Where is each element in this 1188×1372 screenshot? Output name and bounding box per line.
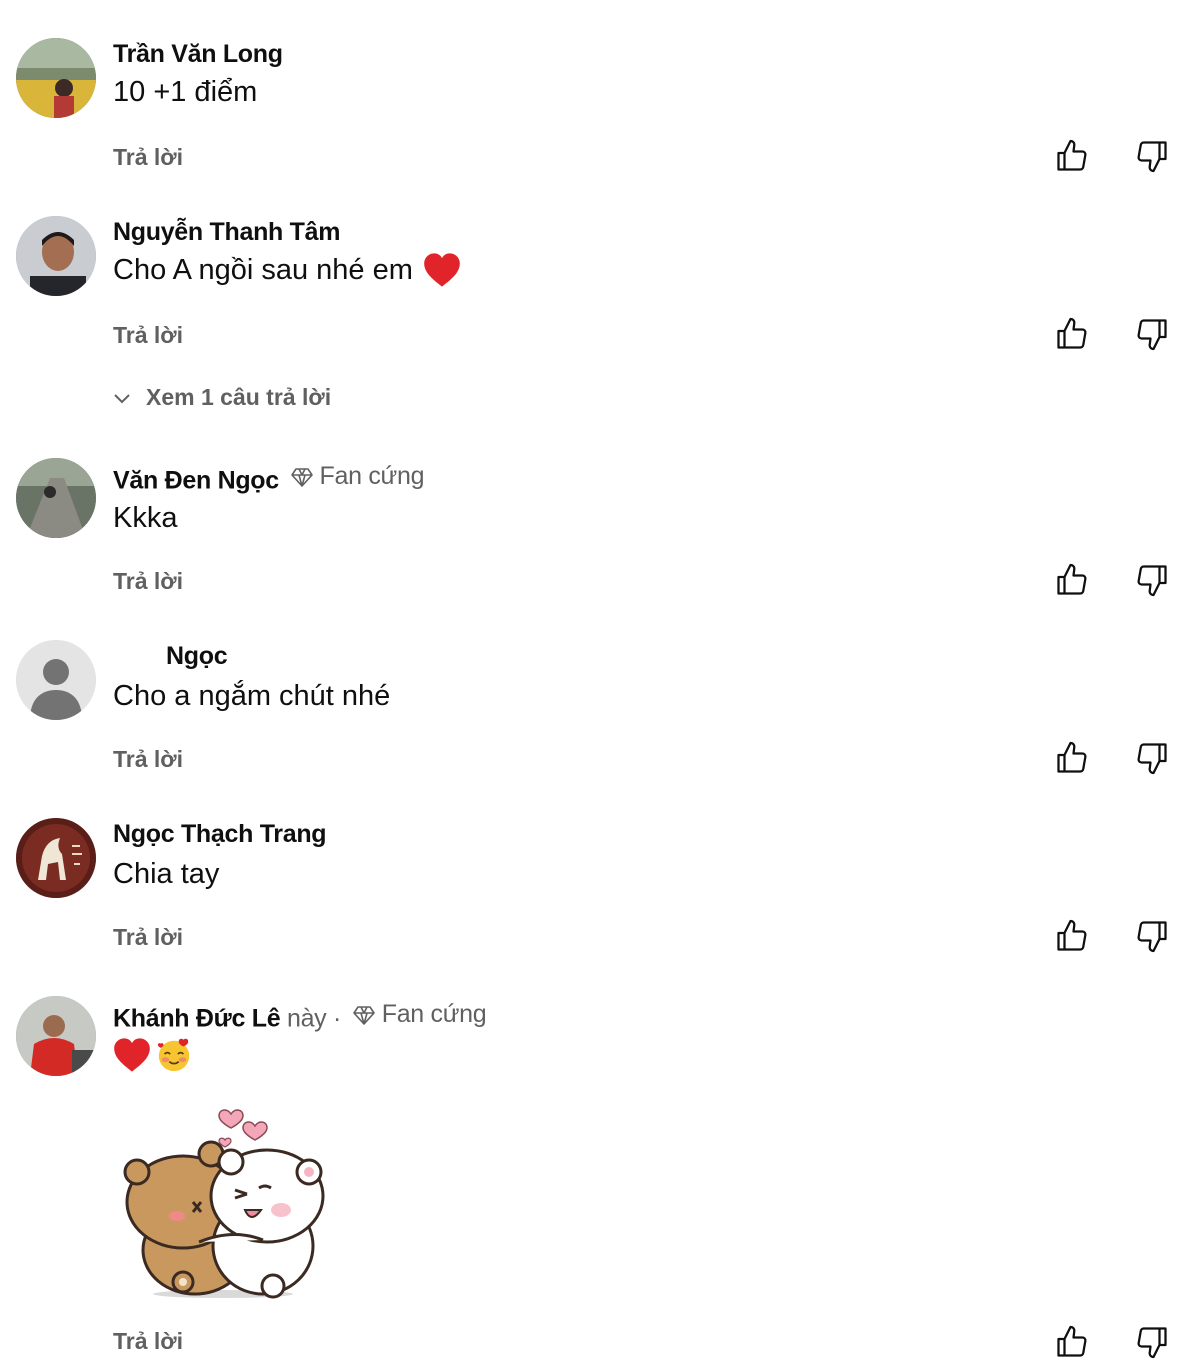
fan-badge-label: Fan cứng	[381, 1000, 487, 1028]
avatar[interactable]	[16, 640, 96, 720]
comment-author: Khánh Đức Lê này · Fan cứng	[113, 1000, 487, 1034]
thumbs-up-icon	[1057, 1325, 1087, 1357]
author-name[interactable]: Văn Đen Ngọc	[113, 467, 279, 495]
dislike-button[interactable]	[1134, 740, 1170, 776]
comment-text: Cho A ngồi sau nhé em	[113, 252, 461, 288]
thumbs-up-icon	[1057, 741, 1087, 773]
bear-hug-sticker	[123, 1109, 325, 1299]
view-replies-button[interactable]: Xem 1 câu trả lời	[110, 384, 331, 411]
chevron-down-icon	[114, 393, 130, 403]
diamond-icon	[352, 1005, 375, 1025]
reply-button[interactable]: Trả lời	[113, 924, 183, 951]
comment-text: Cho a ngắm chút nhé	[113, 680, 391, 712]
like-button[interactable]	[1054, 316, 1090, 352]
dislike-button[interactable]	[1134, 138, 1170, 174]
smiling-face-with-hearts-emoji	[157, 1038, 190, 1072]
avatar[interactable]	[16, 216, 96, 296]
thumbs-down-icon	[1137, 319, 1167, 351]
comment-meta: này ·	[286, 1004, 342, 1033]
thumbs-up-icon	[1057, 563, 1087, 595]
comment-author[interactable]: Ngọc Thạch Trang	[113, 820, 327, 849]
reply-button[interactable]: Trả lời	[113, 322, 183, 349]
dislike-button[interactable]	[1134, 1324, 1170, 1360]
like-button[interactable]	[1054, 1324, 1090, 1360]
like-button[interactable]	[1054, 918, 1090, 954]
like-button[interactable]	[1054, 138, 1090, 174]
like-button[interactable]	[1054, 562, 1090, 598]
thumbs-down-icon	[1137, 921, 1167, 953]
reply-button[interactable]: Trả lời	[113, 1328, 183, 1355]
thumbs-up-icon	[1057, 139, 1087, 171]
comment-author: Văn Đen Ngọc Fan cứng	[113, 462, 425, 496]
avatar[interactable]	[16, 996, 96, 1076]
reply-button[interactable]: Trả lời	[113, 144, 183, 171]
comment-author[interactable]: Nguyễn Thanh Tâm	[113, 218, 340, 247]
avatar[interactable]	[16, 38, 96, 118]
reply-button[interactable]: Trả lời	[113, 746, 183, 773]
default-avatar-icon	[16, 640, 96, 720]
comment-author[interactable]: Ngọc	[166, 642, 228, 671]
dislike-button[interactable]	[1134, 562, 1170, 598]
red-heart-emoji	[424, 253, 460, 287]
avatar[interactable]	[16, 818, 96, 898]
thumbs-down-icon	[1137, 565, 1167, 597]
comment-text: Kkka	[113, 502, 178, 534]
author-name[interactable]: Khánh Đức Lê	[113, 1005, 281, 1033]
thumbs-up-icon	[1057, 919, 1087, 951]
dislike-button[interactable]	[1134, 918, 1170, 954]
comment-text: 10 +1 điểm	[113, 76, 258, 108]
comment-author[interactable]: Trần Văn Long	[113, 40, 283, 69]
comment-text	[113, 1036, 193, 1074]
diamond-icon	[290, 467, 313, 487]
thumbs-down-icon	[1137, 1327, 1167, 1359]
fan-badge: Fan cứng	[348, 1000, 487, 1029]
thumbs-down-icon	[1137, 743, 1167, 775]
dislike-button[interactable]	[1134, 316, 1170, 352]
comment-text: Chia tay	[113, 858, 220, 890]
thumbs-down-icon	[1137, 141, 1167, 173]
fan-badge-label: Fan cứng	[319, 462, 425, 490]
red-heart-emoji	[114, 1038, 150, 1072]
avatar[interactable]	[16, 458, 96, 538]
comment-text-content: Cho A ngồi sau nhé em	[113, 253, 413, 286]
like-button[interactable]	[1054, 740, 1090, 776]
thumbs-up-icon	[1057, 317, 1087, 349]
fan-badge: Fan cứng	[286, 462, 425, 491]
view-replies-label: Xem 1 câu trả lời	[146, 384, 332, 410]
reply-button[interactable]: Trả lời	[113, 568, 183, 595]
